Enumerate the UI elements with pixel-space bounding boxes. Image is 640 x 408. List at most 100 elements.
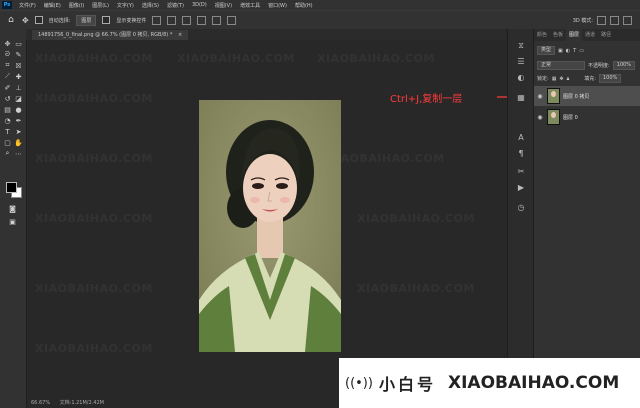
layer-kind-dropdown[interactable]: 类型 <box>537 46 556 55</box>
menu-plugins[interactable]: 增效工具 <box>236 2 264 9</box>
close-tab-icon[interactable]: × <box>178 32 182 38</box>
lock-label: 锁定: <box>537 76 549 82</box>
more-tools-icon[interactable]: ⋯ <box>14 149 23 158</box>
menu-window[interactable]: 窗口(W) <box>264 2 291 9</box>
mode-3d-label: 3D 模式: <box>572 17 593 24</box>
tab-swatches[interactable]: 色板 <box>550 29 566 41</box>
zoom-tool-icon[interactable]: ⌕ <box>3 149 12 158</box>
brush-settings-icon[interactable]: ✂ <box>516 167 526 177</box>
screen-mode-icon[interactable]: ▣ <box>8 217 17 226</box>
marquee-tool-icon[interactable]: ▭ <box>14 39 23 48</box>
watermark: XIAOBAIHAO.COM <box>35 212 153 225</box>
brush-tool-icon[interactable]: ✐ <box>3 83 12 92</box>
menu-view[interactable]: 视图(V) <box>211 2 236 9</box>
pan-3d-icon[interactable] <box>610 15 619 25</box>
filter-shape-icon[interactable]: ▭ <box>579 48 584 54</box>
history-icon[interactable]: ⧖ <box>516 41 526 51</box>
auto-select-dropdown[interactable]: 图层 <box>76 14 97 26</box>
lock-all-icon[interactable]: 🔒︎ <box>567 76 570 82</box>
tab-layers[interactable]: 图层 <box>566 29 583 41</box>
menu-edit[interactable]: 编辑(E) <box>40 2 65 9</box>
tab-color[interactable]: 颜色 <box>534 29 550 41</box>
blur-icon[interactable]: ● <box>14 105 23 114</box>
align-center-icon[interactable] <box>167 15 177 25</box>
document-canvas-image[interactable] <box>199 100 341 352</box>
eyedropper-icon[interactable]: ⟋ <box>3 72 12 81</box>
filter-pixel-icon[interactable]: ▣ <box>558 48 563 54</box>
opacity-input[interactable]: 100% <box>612 61 635 70</box>
layer-thumbnail <box>547 88 560 104</box>
quick-select-icon[interactable]: ✎ <box>14 50 23 59</box>
align-bottom-icon[interactable] <box>227 15 237 25</box>
frame-tool-icon[interactable]: ☒ <box>14 61 23 70</box>
history-brush-icon[interactable]: ↺ <box>3 94 12 103</box>
quick-mask-icon[interactable]: ◙ <box>8 204 17 213</box>
rectangle-tool-icon[interactable]: ▢ <box>3 138 12 147</box>
layer-row[interactable]: ◉ 图层 0 <box>534 107 640 127</box>
menu-layer[interactable]: 图层(L) <box>88 2 113 9</box>
menu-file[interactable]: 文件(F) <box>15 2 40 9</box>
menu-type[interactable]: 文字(Y) <box>113 2 138 9</box>
status-bar: 66.67% 文档:1.21M/2.42M <box>27 398 331 408</box>
zoom-level[interactable]: 66.67% <box>31 400 50 406</box>
menu-help[interactable]: 帮助(H) <box>291 2 317 9</box>
libraries-icon[interactable]: ▦ <box>516 93 526 103</box>
auto-select-label: 自动选择: <box>48 17 71 24</box>
watermark: XIAOBAIHAO.COM <box>177 52 295 65</box>
watermark: XIAOBAIHAO.COM <box>357 212 475 225</box>
foreground-color-swatch[interactable] <box>6 182 17 193</box>
clone-stamp-icon[interactable]: ⊥ <box>14 83 23 92</box>
menu-3d[interactable]: 3D(D) <box>188 2 211 8</box>
lock-position-icon[interactable]: ✥ <box>559 76 563 82</box>
adjustments-icon[interactable]: ◐ <box>516 73 526 83</box>
crop-tool-icon[interactable]: ⌗ <box>3 61 12 70</box>
blend-mode-dropdown[interactable]: 正常 <box>537 61 585 70</box>
hand-tool-icon[interactable]: ✋ <box>14 138 23 147</box>
paragraph-icon[interactable]: ¶ <box>516 149 526 159</box>
align-right-icon[interactable] <box>182 15 192 25</box>
align-middle-icon[interactable] <box>212 15 222 25</box>
type-tool-icon[interactable]: T <box>3 127 12 136</box>
auto-select-checkbox[interactable] <box>34 16 43 24</box>
doc-size: 文档:1.21M/2.42M <box>59 400 104 406</box>
eraser-icon[interactable]: ◪ <box>14 94 23 103</box>
home-icon[interactable]: ⌂ <box>6 15 16 25</box>
character-icon[interactable]: A <box>516 133 526 143</box>
path-select-icon[interactable]: ➤ <box>14 127 23 136</box>
layer-row[interactable]: ◉ 图层 0 拷贝 <box>534 86 640 106</box>
portrait-illustration <box>199 100 341 352</box>
visibility-eye-icon[interactable]: ◉ <box>536 114 544 121</box>
dodge-icon[interactable]: ◔ <box>3 116 12 125</box>
watermark: XIAOBAIHAO.COM <box>317 52 435 65</box>
menu-select[interactable]: 选择(S) <box>138 2 163 9</box>
filter-adjust-icon[interactable]: ◐ <box>566 48 570 54</box>
orbit-3d-icon[interactable] <box>597 15 606 25</box>
align-top-icon[interactable] <box>197 15 207 25</box>
watermark: XIAOBAIHAO.COM <box>35 342 153 355</box>
lock-pixels-icon[interactable]: ▦ <box>552 76 557 82</box>
move-tool-options-icon[interactable]: ✥ <box>22 16 29 25</box>
align-left-icon[interactable] <box>152 15 162 25</box>
options-bar: ⌂ ✥ 自动选择: 图层 显示变换控件 3D 模式: <box>0 10 640 30</box>
document-tab[interactable]: 14891756_0_final.png @ 66.7% (图层 0 拷贝, R… <box>32 30 189 40</box>
tab-paths[interactable]: 路径 <box>598 29 614 41</box>
lasso-tool-icon[interactable]: ᘐ <box>3 50 12 59</box>
visibility-eye-icon[interactable]: ◉ <box>536 93 544 100</box>
actions-icon[interactable]: ▶ <box>516 183 526 193</box>
filter-type-icon[interactable]: T <box>573 48 576 54</box>
menu-filter[interactable]: 滤镜(T) <box>163 2 188 9</box>
timeline-icon[interactable]: ◷ <box>516 203 526 213</box>
pen-tool-icon[interactable]: ✒ <box>14 116 23 125</box>
spot-healing-icon[interactable]: ✚ <box>14 72 23 81</box>
fill-input[interactable]: 100% <box>598 74 622 83</box>
blend-row: 正常 不透明度: 100% <box>537 61 638 70</box>
properties-icon[interactable]: ☰ <box>516 57 526 67</box>
broadcast-icon: ((•)) <box>345 375 373 391</box>
gradient-icon[interactable]: ▤ <box>3 105 12 114</box>
zoom-3d-icon[interactable] <box>623 15 632 25</box>
watermark: XIAOBAIHAO.COM <box>35 92 153 105</box>
tab-channels[interactable]: 通道 <box>582 29 598 41</box>
show-transform-checkbox[interactable] <box>102 16 111 24</box>
move-tool-icon[interactable]: ✥ <box>3 39 12 48</box>
menu-image[interactable]: 图像(I) <box>65 2 88 9</box>
